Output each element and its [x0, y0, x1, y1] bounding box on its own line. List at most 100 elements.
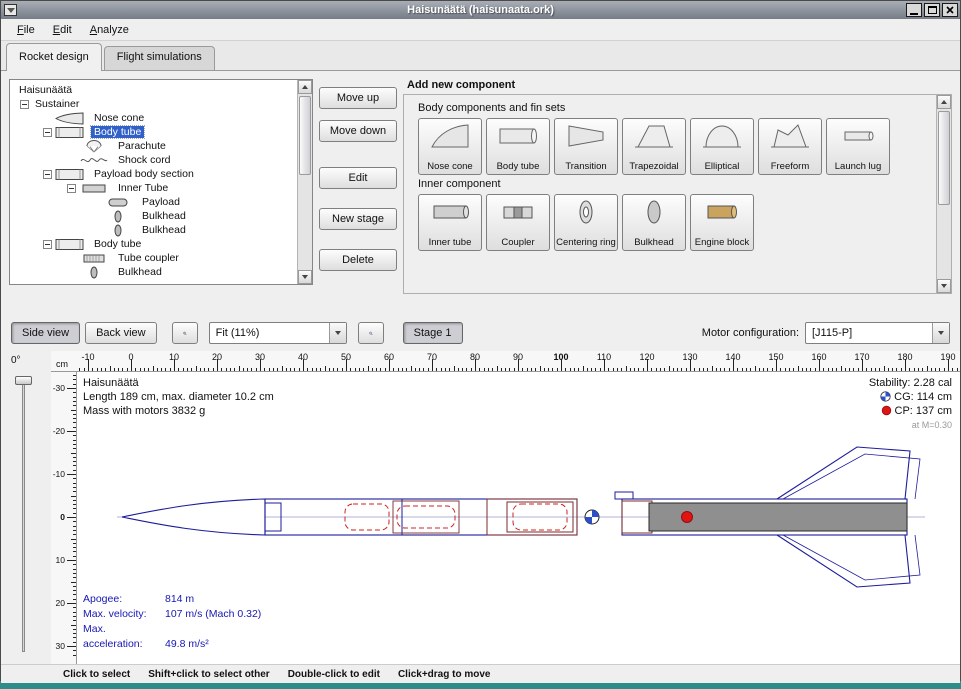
nosecone-icon [429, 122, 471, 150]
window-icon[interactable] [4, 4, 17, 16]
component-tree-panel: Haisunäätä Sustainer Nose cone Body tube [9, 79, 313, 285]
centering-ring-component-button[interactable]: Centering ring [554, 194, 618, 251]
tree-scrollbar[interactable] [297, 80, 312, 284]
shockcord-icon [79, 154, 111, 167]
cg-symbol-icon [585, 510, 599, 524]
edit-button[interactable]: Edit [319, 167, 397, 189]
inner-tube-component-button[interactable]: Inner tube [418, 194, 482, 251]
scroll-down-button[interactable] [937, 279, 951, 293]
tree-item-sustainer[interactable]: Sustainer [10, 97, 297, 111]
close-icon [946, 6, 954, 14]
freeform-fin-component-button[interactable]: Freeform [758, 118, 822, 175]
trapezoidal-fin-icon [633, 122, 675, 150]
zoom-out-button[interactable] [358, 322, 384, 344]
cp-value: CP: 137 cm [895, 405, 952, 417]
engine-block-icon [701, 198, 743, 226]
arrow-down-icon [941, 284, 947, 288]
tab-bar: Rocket design Flight simulations [1, 41, 960, 71]
tree-item-body-tube-2[interactable]: Body tube [10, 237, 297, 251]
max-velocity-label: Max. velocity: [83, 607, 165, 622]
zoom-in-button[interactable] [172, 322, 198, 344]
launch-lug-component-button[interactable]: Launch lug [826, 118, 890, 175]
rocket-mass: Mass with motors 3832 g [83, 404, 274, 418]
component-tree[interactable]: Haisunäätä Sustainer Nose cone Body tube [10, 80, 297, 284]
cp-icon [881, 405, 892, 416]
scrollbar-thumb[interactable] [938, 111, 950, 205]
trapezoidal-fin-component-button[interactable]: Trapezoidal [622, 118, 686, 175]
elliptical-fin-component-button[interactable]: Elliptical [690, 118, 754, 175]
bodytube-icon [55, 238, 87, 251]
tree-item-shock-cord[interactable]: Shock cord [10, 153, 297, 167]
stage-1-toggle-button[interactable]: Stage 1 [403, 322, 463, 344]
scroll-up-button[interactable] [937, 95, 951, 109]
collapse-icon[interactable] [43, 240, 52, 249]
slider-handle[interactable] [15, 376, 32, 385]
menu-analyze[interactable]: Analyze [82, 21, 137, 39]
view-toolbar: Side view Back view Fit (11%) Stage 1 Mo… [1, 315, 960, 351]
vertical-ruler: -30-20-100102030 [51, 372, 77, 664]
close-button[interactable] [942, 3, 958, 17]
side-view-button[interactable]: Side view [11, 322, 80, 344]
nosecone-icon [55, 112, 87, 125]
rocket-diagram-area: 0° cm -100102030405060708090100110120130… [1, 351, 960, 664]
tree-item-bulkhead-2[interactable]: Bulkhead [10, 265, 297, 279]
arrow-up-icon [941, 100, 947, 104]
zoom-select[interactable]: Fit (11%) [209, 322, 347, 344]
slider-track[interactable] [22, 380, 25, 652]
tree-item-bulkhead[interactable]: Bulkhead [10, 223, 297, 237]
tree-action-buttons: Move up Move down Edit New stage Delete [319, 87, 397, 271]
component-panel-scrollbar[interactable] [936, 95, 951, 293]
motor-configuration-select[interactable]: [J115-P] [805, 322, 950, 344]
rocket-canvas[interactable]: Haisunäätä Length 189 cm, max. diameter … [77, 372, 960, 664]
tree-item-rocket[interactable]: Haisunäätä [10, 83, 297, 97]
tree-item-parachute[interactable]: Parachute [10, 139, 297, 153]
ruler-unit: cm [51, 351, 77, 372]
tree-item-tube-coupler[interactable]: Tube coupler [10, 251, 297, 265]
tree-item-body-tube[interactable]: Body tube [10, 125, 297, 139]
scroll-up-button[interactable] [298, 80, 312, 94]
maximize-icon [928, 6, 937, 14]
menu-file[interactable]: File [9, 21, 43, 39]
rotation-slider[interactable] [1, 372, 51, 664]
tree-item-nose-cone[interactable]: Nose cone [10, 111, 297, 125]
move-up-button[interactable]: Move up [319, 87, 397, 109]
back-view-button[interactable]: Back view [85, 322, 157, 344]
bulkhead-icon [633, 198, 675, 226]
tree-item-payload-body-section[interactable]: Payload body section [10, 167, 297, 181]
coupler-component-button[interactable]: Coupler [486, 194, 550, 251]
tree-item-payload[interactable]: Payload [10, 195, 297, 209]
body-tube-component-button[interactable]: Body tube [486, 118, 550, 175]
engine-block-component-button[interactable]: Engine block [690, 194, 754, 251]
tab-rocket-design[interactable]: Rocket design [6, 43, 102, 71]
max-velocity-value: 107 m/s (Mach 0.32) [165, 608, 261, 620]
bodytube-icon [55, 126, 87, 139]
arrow-up-icon [302, 85, 308, 89]
nose-cone-component-button[interactable]: Nose cone [418, 118, 482, 175]
scroll-down-button[interactable] [298, 270, 312, 284]
rocket-name: Haisunäätä [83, 376, 274, 390]
menu-edit[interactable]: Edit [45, 21, 80, 39]
apogee-label: Apogee: [83, 592, 165, 607]
bulkhead-icon [79, 266, 111, 279]
collapse-icon[interactable] [43, 170, 52, 179]
delete-button[interactable]: Delete [319, 249, 397, 271]
new-stage-button[interactable]: New stage [319, 208, 397, 230]
tab-flight-simulations[interactable]: Flight simulations [104, 46, 215, 70]
tree-item-inner-tube[interactable]: Inner Tube [10, 181, 297, 195]
hint-click-select: Click to select [63, 669, 130, 680]
collapse-icon[interactable] [20, 100, 29, 109]
add-component-title: Add new component [407, 79, 952, 91]
launch-lug-icon [837, 122, 879, 150]
transition-component-button[interactable]: Transition [554, 118, 618, 175]
title-bar[interactable]: Haisunäätä (haisunaata.ork) [1, 1, 960, 19]
tree-item-bulkhead[interactable]: Bulkhead [10, 209, 297, 223]
move-down-button[interactable]: Move down [319, 120, 397, 142]
horizontal-ruler: -100102030405060708090100110120130140150… [77, 351, 960, 372]
scrollbar-thumb[interactable] [299, 96, 311, 175]
bulkhead-component-button[interactable]: Bulkhead [622, 194, 686, 251]
cp-symbol-icon [682, 512, 693, 523]
collapse-icon[interactable] [43, 128, 52, 137]
minimize-button[interactable] [906, 3, 922, 17]
maximize-button[interactable] [924, 3, 940, 17]
collapse-icon[interactable] [67, 184, 76, 193]
